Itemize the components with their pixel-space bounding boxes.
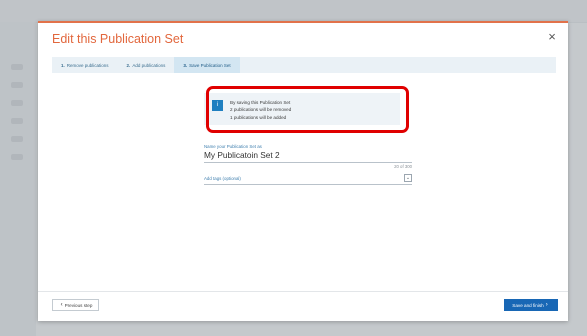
step-label: Add publications	[132, 62, 166, 68]
previous-step-button[interactable]: ‹ Previous step	[52, 299, 99, 311]
footer-divider	[38, 291, 568, 292]
tags-label: Add tags (optional)	[204, 176, 241, 181]
step-number: 3.	[183, 62, 188, 68]
tags-dropdown[interactable]: Add tags (optional) ⌄	[204, 174, 412, 185]
stepper: 1. Remove publications 2. Add publicatio…	[52, 57, 556, 73]
step-remove-publications[interactable]: 1. Remove publications	[52, 57, 118, 73]
chevron-left-icon: ‹	[60, 302, 63, 308]
step-save-publication-set[interactable]: 3. Save Publication Set	[174, 57, 240, 73]
step-label: Remove publications	[66, 62, 109, 68]
save-and-finish-button[interactable]: Save and finish ›	[504, 299, 558, 311]
info-line-removed: 2 publications will be removed	[230, 107, 292, 113]
info-message: By saving this Publication Set 2 publica…	[230, 99, 291, 121]
modal-title: Edit this Publication Set	[52, 32, 184, 46]
chevron-right-icon: ›	[545, 302, 548, 308]
info-line-heading: By saving this Publication Set	[230, 100, 291, 105]
info-icon: i	[212, 100, 223, 111]
char-count: 20 of 300	[394, 164, 412, 169]
step-add-publications[interactable]: 2. Add publications	[118, 57, 175, 73]
set-name-label: Name your Publication Set as	[204, 144, 262, 149]
set-name-input[interactable]: My Publicatoin Set 2	[204, 150, 412, 163]
save-and-finish-label: Save and finish	[512, 302, 544, 308]
previous-step-label: Previous step	[64, 302, 93, 308]
edit-publication-set-modal: Edit this Publication Set × 1. Remove pu…	[38, 21, 568, 321]
step-label: Save Publication Set	[189, 62, 231, 68]
save-summary-info-box: i By saving this Publication Set 2 publi…	[204, 93, 400, 125]
step-number: 2.	[126, 62, 131, 68]
chevron-down-icon[interactable]: ⌄	[404, 174, 412, 182]
close-icon[interactable]: ×	[546, 30, 558, 43]
info-line-added: 1 publications will be added	[230, 114, 287, 120]
step-number: 1.	[61, 62, 65, 68]
